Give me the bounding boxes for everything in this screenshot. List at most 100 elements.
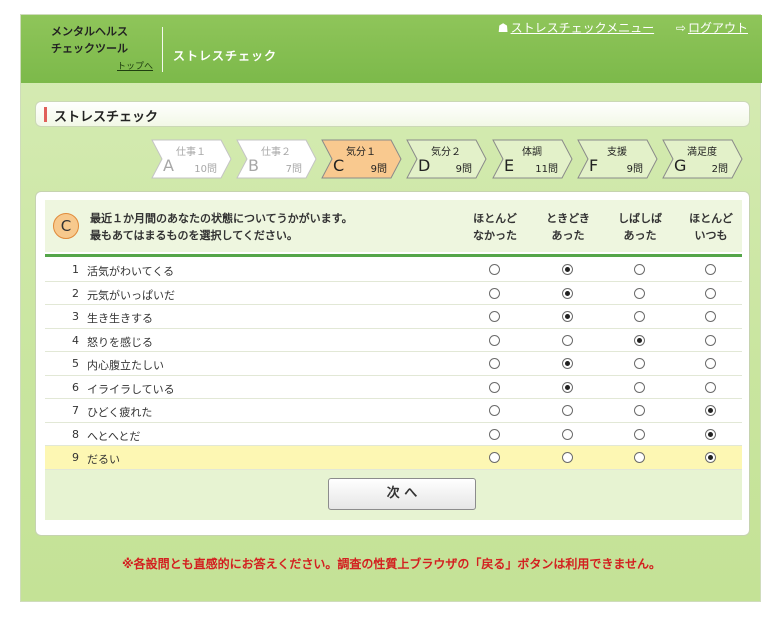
answer-radio-4[interactable]: [705, 264, 716, 275]
step-letter: A: [163, 156, 174, 175]
step-count: 11問: [535, 164, 558, 175]
answer-radio-3[interactable]: [634, 334, 645, 346]
answer-radio-3[interactable]: [634, 405, 645, 416]
question-number: 2: [72, 286, 79, 300]
answer-radio-2[interactable]: [562, 428, 573, 440]
choice-header-line2: いつも: [694, 229, 728, 242]
question-row: 2 元気がいっぱいだ: [45, 282, 742, 305]
question-label: 活気がわいてくる: [87, 265, 175, 278]
top-link[interactable]: トップへ: [117, 59, 153, 72]
question-number: 9: [72, 451, 79, 464]
answer-radio-1[interactable]: [489, 405, 500, 416]
logo: メンタルヘルス チェックツール: [51, 23, 151, 57]
answer-radio-3[interactable]: [634, 287, 645, 299]
answer-radio-2[interactable]: [562, 287, 573, 299]
answer-radio-3[interactable]: [634, 452, 645, 463]
answer-radio-4[interactable]: [705, 428, 716, 440]
question-row: 9 だるい: [45, 446, 742, 470]
question-label: ひどく疲れた: [87, 406, 153, 419]
step-b: 仕事２ B 7問: [236, 139, 317, 179]
answer-radio-3[interactable]: [634, 428, 645, 440]
answer-radio-3[interactable]: [634, 264, 645, 275]
question-row: 3 生き生きする: [45, 305, 742, 329]
question-row: 5 内心腹立たしい: [45, 352, 742, 376]
answer-radio-1[interactable]: [489, 311, 500, 322]
answer-radio-3[interactable]: [634, 311, 645, 322]
question-number: 3: [72, 310, 79, 323]
question-number: 5: [72, 357, 79, 370]
step-count: 9問: [626, 164, 643, 175]
answer-radio-2[interactable]: [562, 264, 573, 275]
header-nav: ☗ ストレスチェックメニュー ⇨ ログアウト: [480, 19, 748, 36]
question-line1: 最近１か月間のあなたの状態についてうかがいます。: [90, 212, 353, 225]
question-panel: C 最近１か月間のあなたの状態についてうかがいます。 最もあてはまるものを選択し…: [35, 191, 750, 536]
answer-radio-2[interactable]: [562, 381, 573, 393]
logout-icon: ⇨: [675, 21, 686, 35]
answer-radio-4[interactable]: [705, 287, 716, 299]
question-number: 8: [72, 427, 79, 441]
answer-radio-3[interactable]: [634, 358, 645, 369]
step-count: 9問: [455, 164, 472, 175]
answer-radio-2[interactable]: [562, 358, 573, 369]
choice-header-line2: あった: [551, 229, 585, 242]
choice-header-line2: あった: [623, 229, 657, 242]
step-letter: D: [418, 156, 431, 175]
answer-radio-4[interactable]: [705, 358, 716, 369]
answer-radio-2[interactable]: [562, 452, 573, 463]
answer-radio-2[interactable]: [562, 405, 573, 416]
question-label: だるい: [87, 453, 120, 466]
nav-logout-link-wrap: ⇨ ログアウト: [676, 21, 748, 35]
answer-radio-1[interactable]: [489, 358, 500, 369]
next-area: 次 へ: [45, 470, 742, 520]
step-c: 気分１ C 9問: [321, 139, 402, 179]
answer-radio-1[interactable]: [489, 452, 500, 463]
nav-menu-link[interactable]: ストレスチェックメニュー: [511, 21, 655, 35]
answer-radio-4[interactable]: [705, 405, 716, 416]
answer-radio-4[interactable]: [705, 311, 716, 322]
question-list: 1 活気がわいてくる 2 元気がいっぱいだ 3 生き生きする 4 怒りを感じる 5 内心腹立たしい…: [45, 258, 742, 470]
choice-header-2: ときどき あった: [533, 210, 603, 244]
answer-radio-2[interactable]: [562, 311, 573, 322]
step-d: 気分２ D 9問: [406, 139, 487, 179]
question-label: イライラしている: [87, 382, 175, 396]
choice-header-1: ほとんど なかった: [460, 210, 530, 244]
notice-text: ※各設問とも直感的にお答えください。調査の性質上ブラウザの「戻る」ボタンは利用で…: [122, 557, 661, 571]
question-row: 7 ひどく疲れた: [45, 399, 742, 423]
answer-radio-1[interactable]: [489, 381, 500, 393]
answer-radio-4[interactable]: [705, 452, 716, 463]
question-row: 8 へとへとだ: [45, 423, 742, 446]
answer-radio-2[interactable]: [562, 334, 573, 346]
question-number: 4: [72, 333, 79, 347]
answer-radio-1[interactable]: [489, 334, 500, 346]
step-progress: 仕事１ A 10問 仕事２ B 7問 気分１ C 9問 気分２ D 9問 体調 E 11問 支援 F 9問 満足度 G…: [136, 139, 746, 181]
question-row: 1 活気がわいてくる: [45, 258, 742, 282]
step-letter: B: [248, 156, 259, 175]
question-number: 7: [72, 404, 79, 417]
answer-radio-1[interactable]: [489, 287, 500, 299]
question-label: へとへとだ: [87, 429, 141, 443]
question-label: 生き生きする: [87, 312, 153, 325]
section-badge: C: [53, 213, 79, 239]
step-count: 2問: [711, 164, 728, 175]
choice-header-3: しばしば あった: [605, 210, 675, 244]
answer-radio-4[interactable]: [705, 334, 716, 346]
step-f: 支援 F 9問: [577, 139, 658, 179]
step-letter: E: [504, 156, 515, 175]
answer-radio-1[interactable]: [489, 264, 500, 275]
step-e: 体調 E 11問: [492, 139, 573, 179]
answer-radio-1[interactable]: [489, 428, 500, 440]
step-letter: C: [333, 156, 345, 175]
question-row: 6 イライラしている: [45, 376, 742, 399]
next-button[interactable]: 次 へ: [328, 478, 476, 510]
choice-header-line1: しばしば: [618, 212, 662, 225]
choice-header-line1: ほとんど: [689, 212, 733, 225]
nav-logout-link[interactable]: ログアウト: [688, 21, 748, 35]
step-count: 9問: [370, 164, 387, 175]
step-g: 満足度 G 2問: [662, 139, 743, 179]
header: メンタルヘルス チェックツール トップへ ストレスチェック ☗ ストレスチェックメ…: [21, 15, 762, 83]
section-title-bar: ストレスチェック: [35, 101, 750, 127]
answer-radio-4[interactable]: [705, 381, 716, 393]
header-title: ストレスチェック: [173, 49, 278, 63]
answer-radio-3[interactable]: [634, 381, 645, 393]
question-header: C 最近１か月間のあなたの状態についてうかがいます。 最もあてはまるものを選択し…: [45, 200, 742, 252]
